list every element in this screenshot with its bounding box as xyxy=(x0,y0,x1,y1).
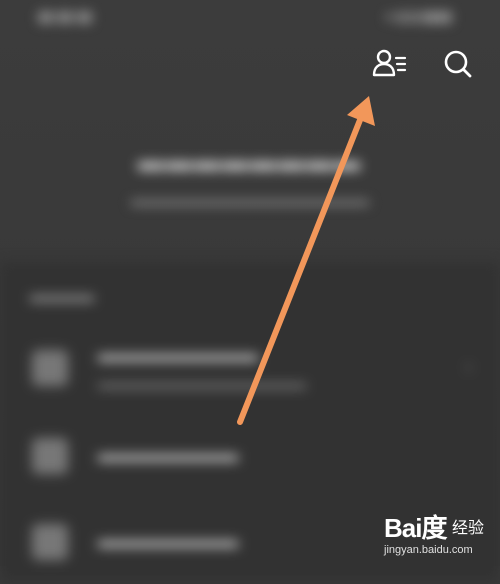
hero-subtitle-placeholder: ▬▬▬▬▬▬▬▬▬▬▬▬▬▬▬▬▬ xyxy=(131,192,369,208)
status-bar: ▮▮ ▮▮ ▮▮ ● ▮ ▮ ▮▮▮▮ xyxy=(0,0,500,32)
search-icon xyxy=(444,50,472,78)
list-item-title-placeholder: ▬▬▬▬▬▬▬▬ xyxy=(98,344,258,366)
app-screen: ▮▮ ▮▮ ▮▮ ● ▮ ▮ ▮▮▮▮ ▬▬▬▬▬▬▬▬ ▬▬▬▬▬▬▬▬▬▬▬… xyxy=(0,0,500,582)
chevron-right-icon: › xyxy=(465,356,472,378)
hero-title-placeholder: ▬▬▬▬▬▬▬▬ xyxy=(138,146,362,176)
list-item-icon xyxy=(32,524,68,560)
user-list-icon xyxy=(372,49,407,77)
list-item[interactable]: ▬▬▬▬▬▬▬ xyxy=(0,418,500,498)
blurred-background: ▮▮ ▮▮ ▮▮ ● ▮ ▮ ▮▮▮▮ ▬▬▬▬▬▬▬▬ ▬▬▬▬▬▬▬▬▬▬▬… xyxy=(0,0,500,582)
watermark-url: jingyan.baidu.com xyxy=(384,544,473,556)
list-item-title-placeholder: ▬▬▬▬▬▬▬ xyxy=(98,444,238,466)
status-right-placeholder: ● ▮ ▮ ▮▮▮▮ xyxy=(385,8,452,24)
list-item-title-placeholder: ▬▬▬▬▬▬▬ xyxy=(98,530,238,552)
watermark-label: 经验 xyxy=(452,520,485,537)
list-item-desc-placeholder: ▬▬▬▬▬▬▬▬▬▬▬▬▬▬▬▬ xyxy=(98,376,306,391)
list-item-icon xyxy=(32,438,68,474)
section-label-placeholder: ▬▬▬▬ xyxy=(30,288,94,305)
baidu-watermark: Bai度 经验 jingyan.baidu.com xyxy=(380,508,500,566)
list-item-icon xyxy=(32,350,68,386)
search-button[interactable] xyxy=(438,44,478,84)
watermark-logo: Bai度 xyxy=(384,513,447,543)
list-item[interactable]: ▬▬▬▬▬▬▬▬ ▬▬▬▬▬▬▬▬▬▬▬▬▬▬▬▬ › xyxy=(0,332,500,412)
status-left-placeholder: ▮▮ ▮▮ ▮▮ xyxy=(38,8,93,24)
user-list-button[interactable] xyxy=(370,44,410,84)
